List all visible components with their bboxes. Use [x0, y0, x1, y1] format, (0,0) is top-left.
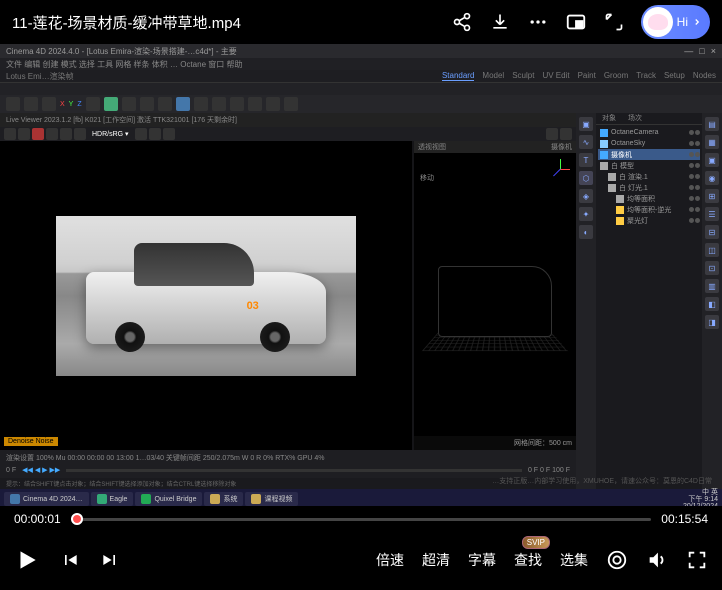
panel-icon: ◧: [705, 297, 719, 311]
prev-button[interactable]: [60, 550, 80, 570]
video-content[interactable]: Cinema 4D 2024.4.0 - [Lotus Emira-渲染-场景搭…: [0, 44, 722, 506]
c4d-edit-viewport: 透视视图 摄像机 移动 网格间距：500 cm: [414, 141, 576, 450]
c4d-right-panel: ▣ ∿ T ⬡ ◈ ✦ ◐ 对象 场次 OctaneCameraOctaneSk…: [576, 113, 722, 489]
c4d-toolrow-2: XYZ: [0, 95, 722, 113]
windows-taskbar: Cinema 4D 2024… Eagle Quixel Bridge 系统 课…: [0, 489, 722, 506]
c4d-toolrow-1: [0, 83, 722, 95]
time-total: 00:15:54: [661, 512, 708, 526]
hi-label: Hi: [677, 15, 688, 29]
panel-icon: ⊞: [705, 189, 719, 203]
tree-row: 白 模型: [598, 160, 700, 171]
c4d-titlebar: Cinema 4D 2024.4.0 - [Lotus Emira-渲染-场景搭…: [0, 44, 722, 58]
c4d-live-viewer-header: Live Viewer 2023.1.2 [fb] K021 [工作空间] 激活…: [0, 113, 576, 127]
download-icon[interactable]: [489, 11, 511, 33]
spline-icon: ∿: [579, 135, 593, 149]
more-icon[interactable]: [527, 11, 549, 33]
svip-badge: SVIP: [522, 536, 550, 549]
c4d-statusbar: 提示：结合SHIFT键点击对象；结合SHIFT键选择添加对象；结合CTRL键选择…: [0, 478, 576, 489]
tree-row: 白 灯光.1: [598, 182, 700, 193]
c4d-mode-tabs: Lotus Emi…渲染帧 Standard Model Sculpt UV E…: [0, 70, 722, 83]
panel-icon: ◨: [705, 315, 719, 329]
panel-icon: ▦: [705, 135, 719, 149]
next-button[interactable]: [100, 550, 120, 570]
play-button[interactable]: [14, 547, 40, 573]
episodes-button[interactable]: 选集: [560, 550, 588, 570]
denoise-badge: Denoise Noise: [4, 437, 58, 446]
subtitle-button[interactable]: 字幕: [468, 550, 496, 570]
progress-thumb[interactable]: [71, 513, 83, 525]
tree-row: 聚光灯: [598, 215, 700, 226]
deformer-icon: ◈: [579, 189, 593, 203]
tree-row: 白 渲染.1: [598, 171, 700, 182]
tree-row: OctaneSky: [598, 138, 700, 149]
tree-row: 摄像机: [598, 149, 700, 160]
settings-icon[interactable]: [606, 549, 628, 571]
c4d-live-toolbar: HDR/sRG ▾: [0, 127, 576, 141]
scene-icon: ◐: [579, 225, 593, 239]
watermark-text: …支持正版…内部学习使用，XMUHOE，请速公众号：莫恩的C4D日常: [492, 476, 712, 486]
tree-row: 均等面积: [598, 193, 700, 204]
panel-icon: ⊟: [705, 225, 719, 239]
speed-button[interactable]: 倍速: [376, 550, 404, 570]
c4d-menubar: 文件 编辑 创建 模式 选择 工具 网格 样条 体积 … Octane 窗口 帮…: [0, 58, 722, 70]
panel-icon: ▥: [705, 279, 719, 293]
generator-icon: ⬡: [579, 171, 593, 185]
user-avatar[interactable]: Hi: [641, 5, 710, 39]
video-title: 11-莲花-场景材质-缓冲带草地.mp4: [12, 12, 241, 33]
c4d-render-viewport: 03 Denoise Noise: [0, 141, 412, 450]
collapse-icon[interactable]: [603, 11, 625, 33]
share-icon[interactable]: [451, 11, 473, 33]
pip-icon[interactable]: [565, 11, 587, 33]
fullscreen-icon[interactable]: [686, 549, 708, 571]
text-icon: T: [579, 153, 593, 167]
panel-icon: ◉: [705, 171, 719, 185]
panel-icon: ▣: [705, 153, 719, 167]
cube-icon: ▣: [579, 117, 593, 131]
c4d-timeline: 渲染设置 100% Mu 00:00 00:00 00 13:00 1…03/4…: [0, 450, 576, 478]
quality-button[interactable]: 超清: [422, 550, 450, 570]
volume-icon[interactable]: [646, 549, 668, 571]
panel-icon: ◫: [705, 243, 719, 257]
time-current: 00:00:01: [14, 512, 61, 526]
progress-bar[interactable]: [71, 518, 652, 521]
tree-row: 均等面积-逆光: [598, 204, 700, 215]
search-button[interactable]: 查找 SVIP: [514, 550, 542, 570]
panel-icon: ☰: [705, 207, 719, 221]
panel-icon: ⊡: [705, 261, 719, 275]
tree-row: OctaneCamera: [598, 127, 700, 138]
panel-icon: ▤: [705, 117, 719, 131]
field-icon: ✦: [579, 207, 593, 221]
